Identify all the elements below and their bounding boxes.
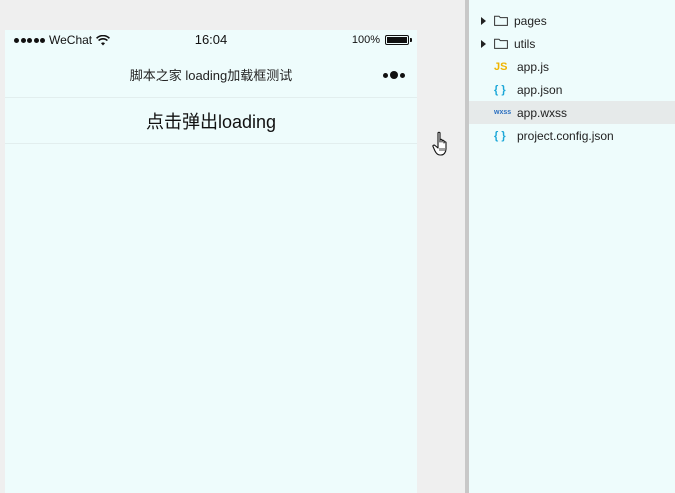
tree-item-label: app.js bbox=[517, 59, 550, 74]
js-file-icon: JS bbox=[494, 60, 508, 73]
page-title: 脚本之家 loading加载框测试 bbox=[129, 68, 293, 83]
folder-icon bbox=[494, 38, 508, 49]
more-options-icon[interactable] bbox=[383, 71, 405, 79]
json-file-icon: { } bbox=[494, 83, 506, 96]
tree-item-label: app.wxss bbox=[517, 105, 568, 120]
expand-arrow-icon[interactable] bbox=[481, 16, 486, 25]
battery-percent: 100% bbox=[351, 34, 380, 46]
expand-arrow-icon[interactable] bbox=[481, 39, 486, 48]
hand-pointer-cursor-icon bbox=[432, 131, 447, 156]
tree-item-label: project.config.json bbox=[517, 128, 614, 143]
show-loading-button[interactable]: 点击弹出loading bbox=[5, 99, 417, 144]
tree-folder-utils[interactable]: utils bbox=[469, 32, 675, 55]
folder-icon bbox=[494, 15, 508, 26]
devtools-window: WeChat 16:04 100% 脚本之家 loading加载框测试 点击弹出… bbox=[0, 0, 675, 493]
battery-icon bbox=[385, 35, 412, 45]
json-file-icon: { } bbox=[494, 129, 506, 142]
tree-file-app-json[interactable]: { } app.json bbox=[469, 78, 675, 101]
tree-file-app-wxss[interactable]: wxss app.wxss bbox=[469, 101, 675, 124]
tree-item-label: app.json bbox=[517, 82, 563, 97]
tree-item-label: pages bbox=[514, 13, 547, 28]
wxss-file-icon: wxss bbox=[494, 109, 512, 116]
navigation-bar: 脚本之家 loading加载框测试 bbox=[5, 52, 417, 98]
simulator-screen: WeChat 16:04 100% 脚本之家 loading加载框测试 点击弹出… bbox=[5, 30, 417, 493]
file-explorer: pages utils JS app.js { } app.json wxss … bbox=[469, 0, 675, 493]
tree-file-project-config-json[interactable]: { } project.config.json bbox=[469, 124, 675, 147]
tree-file-app-js[interactable]: JS app.js bbox=[469, 55, 675, 78]
tree-item-label: utils bbox=[514, 36, 536, 51]
status-bar: WeChat 16:04 100% bbox=[5, 30, 417, 52]
tree-folder-pages[interactable]: pages bbox=[469, 9, 675, 32]
